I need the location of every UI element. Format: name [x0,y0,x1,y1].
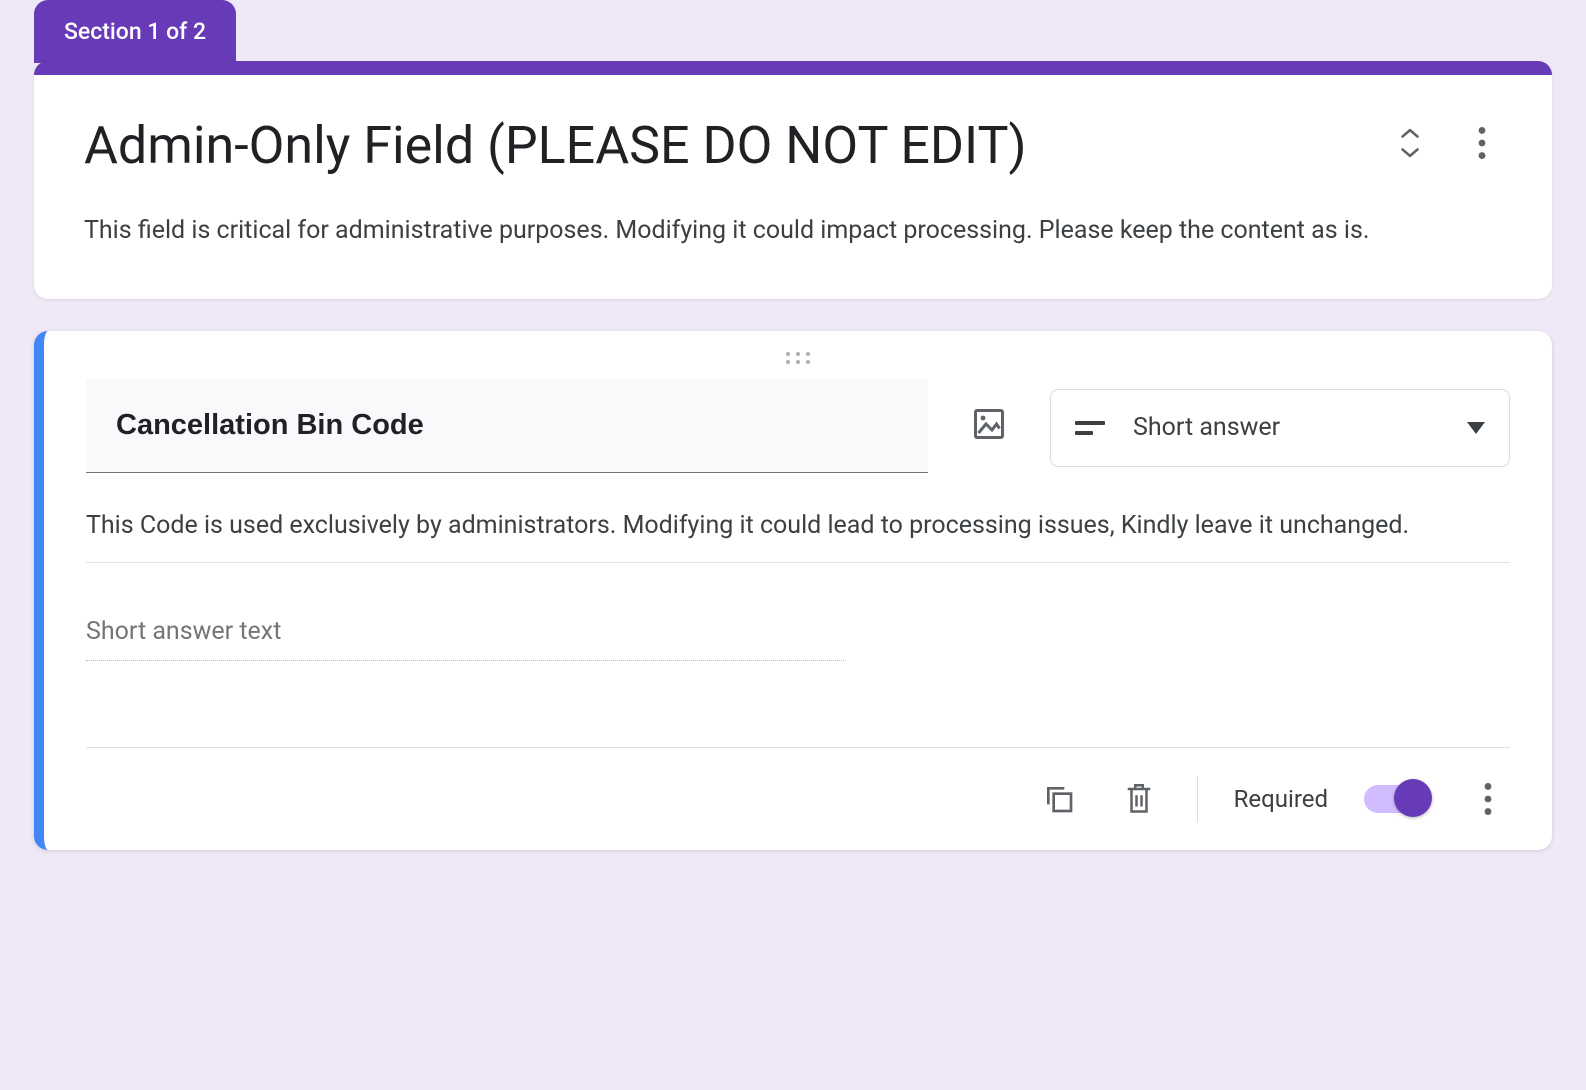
drag-handle-icon[interactable] [86,347,1510,379]
question-card: Short answer This Code is used exclusive… [34,331,1552,850]
question-title-input[interactable] [86,379,928,473]
duplicate-button[interactable] [1037,777,1081,821]
collapse-icon[interactable] [1390,123,1430,163]
more-menu-icon[interactable] [1462,123,1502,163]
section-header-card: Admin-Only Field (PLEASE DO NOT EDIT) Th… [34,61,1552,299]
chevron-down-icon [1467,422,1485,434]
section-title[interactable]: Admin-Only Field (PLEASE DO NOT EDIT) [84,113,1366,178]
question-type-label: Short answer [1133,413,1280,442]
delete-button[interactable] [1117,777,1161,821]
section-description[interactable]: This field is critical for administrativ… [84,212,1502,251]
divider [1197,776,1198,822]
required-toggle[interactable] [1364,785,1430,813]
question-type-select[interactable]: Short answer [1050,389,1510,467]
question-description-input[interactable]: This Code is used exclusively by adminis… [86,507,1510,563]
add-image-icon[interactable] [962,397,1016,451]
question-more-menu-icon[interactable] [1466,777,1510,821]
short-answer-placeholder [86,617,846,661]
short-answer-icon [1075,418,1105,438]
section-tab[interactable]: Section 1 of 2 [34,0,236,63]
required-label: Required [1234,785,1328,813]
